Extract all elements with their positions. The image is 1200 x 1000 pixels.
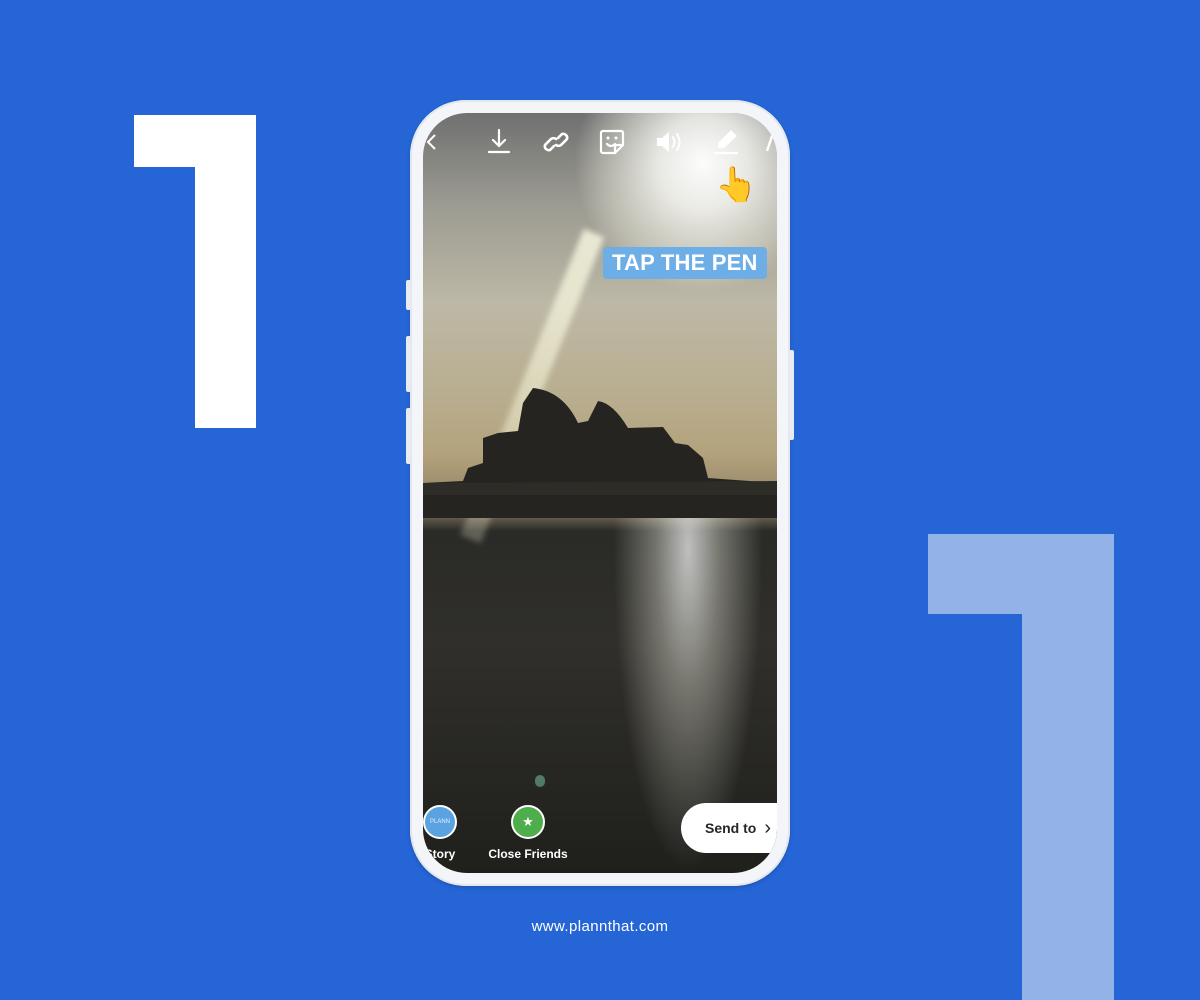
share-close-friends[interactable]: ★ Close Friends [483,805,573,861]
lens-flare-dot [535,775,545,787]
pointing-hand-emoji: 👆 [715,166,758,204]
download-icon[interactable] [482,125,516,159]
link-icon[interactable] [539,125,573,159]
numeral-stem [195,115,256,428]
photo-opera-house-silhouette [423,388,777,518]
website-url: www.plannthat.com [531,918,669,935]
sound-icon[interactable] [652,125,686,159]
close-friends-label: Close Friends [488,847,568,861]
phone-mockup: 👆 TAP THE PEN PLANN Story ★ Close Friend… [406,100,794,886]
story-label: Story [424,847,456,861]
tap-the-pen-label: TAP THE PEN [603,247,767,279]
phone-volume-down-button [406,408,411,464]
phone-power-button [789,350,794,440]
text-icon[interactable] [763,125,777,159]
send-to-label: Send to [705,820,757,836]
chevron-right-icon: › [764,816,772,839]
send-to-button[interactable]: Send to › [681,803,777,853]
pen-icon[interactable] [709,125,743,159]
story-editor-screen: 👆 TAP THE PEN PLANN Story ★ Close Friend… [423,113,777,873]
story-avatar: PLANN [423,805,457,839]
decorative-numeral-one-left [134,115,256,428]
back-chevron-icon[interactable] [423,125,447,159]
share-your-story[interactable]: PLANN Story [423,805,485,861]
phone-mute-switch [406,280,411,310]
phone-volume-up-button [406,336,411,392]
star-icon: ★ [511,805,545,839]
sticker-icon[interactable] [595,125,629,159]
